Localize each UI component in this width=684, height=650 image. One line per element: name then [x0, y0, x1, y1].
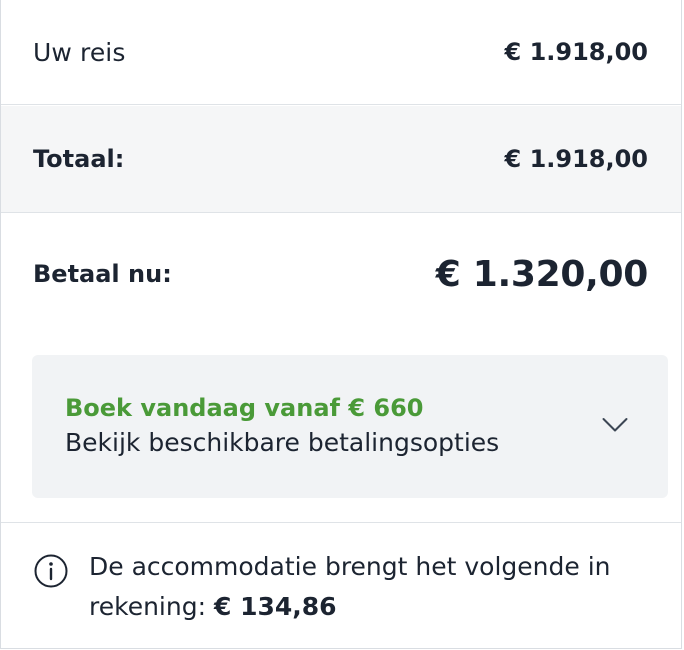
pay-now-row: Betaal nu: € 1.320,00 — [1, 214, 681, 334]
payment-options-toggle[interactable]: Boek vandaag vanaf € 660 Bekijk beschikb… — [32, 355, 668, 498]
accommodation-fee-text: De accommodatie brengt het volgende in r… — [89, 547, 651, 627]
pay-now-amount: € 1.320,00 — [435, 253, 649, 295]
fee-note-text: De accommodatie brengt het volgende in r… — [89, 552, 611, 621]
trip-label: Uw reis — [33, 37, 126, 67]
price-summary-card: Uw reis € 1.918,00 Totaal: € 1.918,00 Be… — [0, 0, 682, 649]
total-amount: € 1.918,00 — [504, 145, 648, 173]
divider — [1, 522, 681, 523]
payment-options-title: Boek vandaag vanaf € 660 — [65, 394, 424, 422]
pay-now-label: Betaal nu: — [33, 260, 172, 288]
payment-options-subtitle: Bekijk beschikbare betalingsopties — [65, 428, 500, 457]
trip-price-row: Uw reis € 1.918,00 — [1, 0, 681, 105]
fee-note-amount: € 134,86 — [213, 592, 337, 621]
info-icon — [34, 554, 68, 588]
trip-amount: € 1.918,00 — [504, 38, 648, 66]
total-label: Totaal: — [33, 145, 125, 173]
total-price-row: Totaal: € 1.918,00 — [1, 106, 681, 213]
accommodation-fee-note: De accommodatie brengt het volgende in r… — [34, 547, 651, 627]
chevron-down-icon[interactable] — [602, 417, 628, 433]
